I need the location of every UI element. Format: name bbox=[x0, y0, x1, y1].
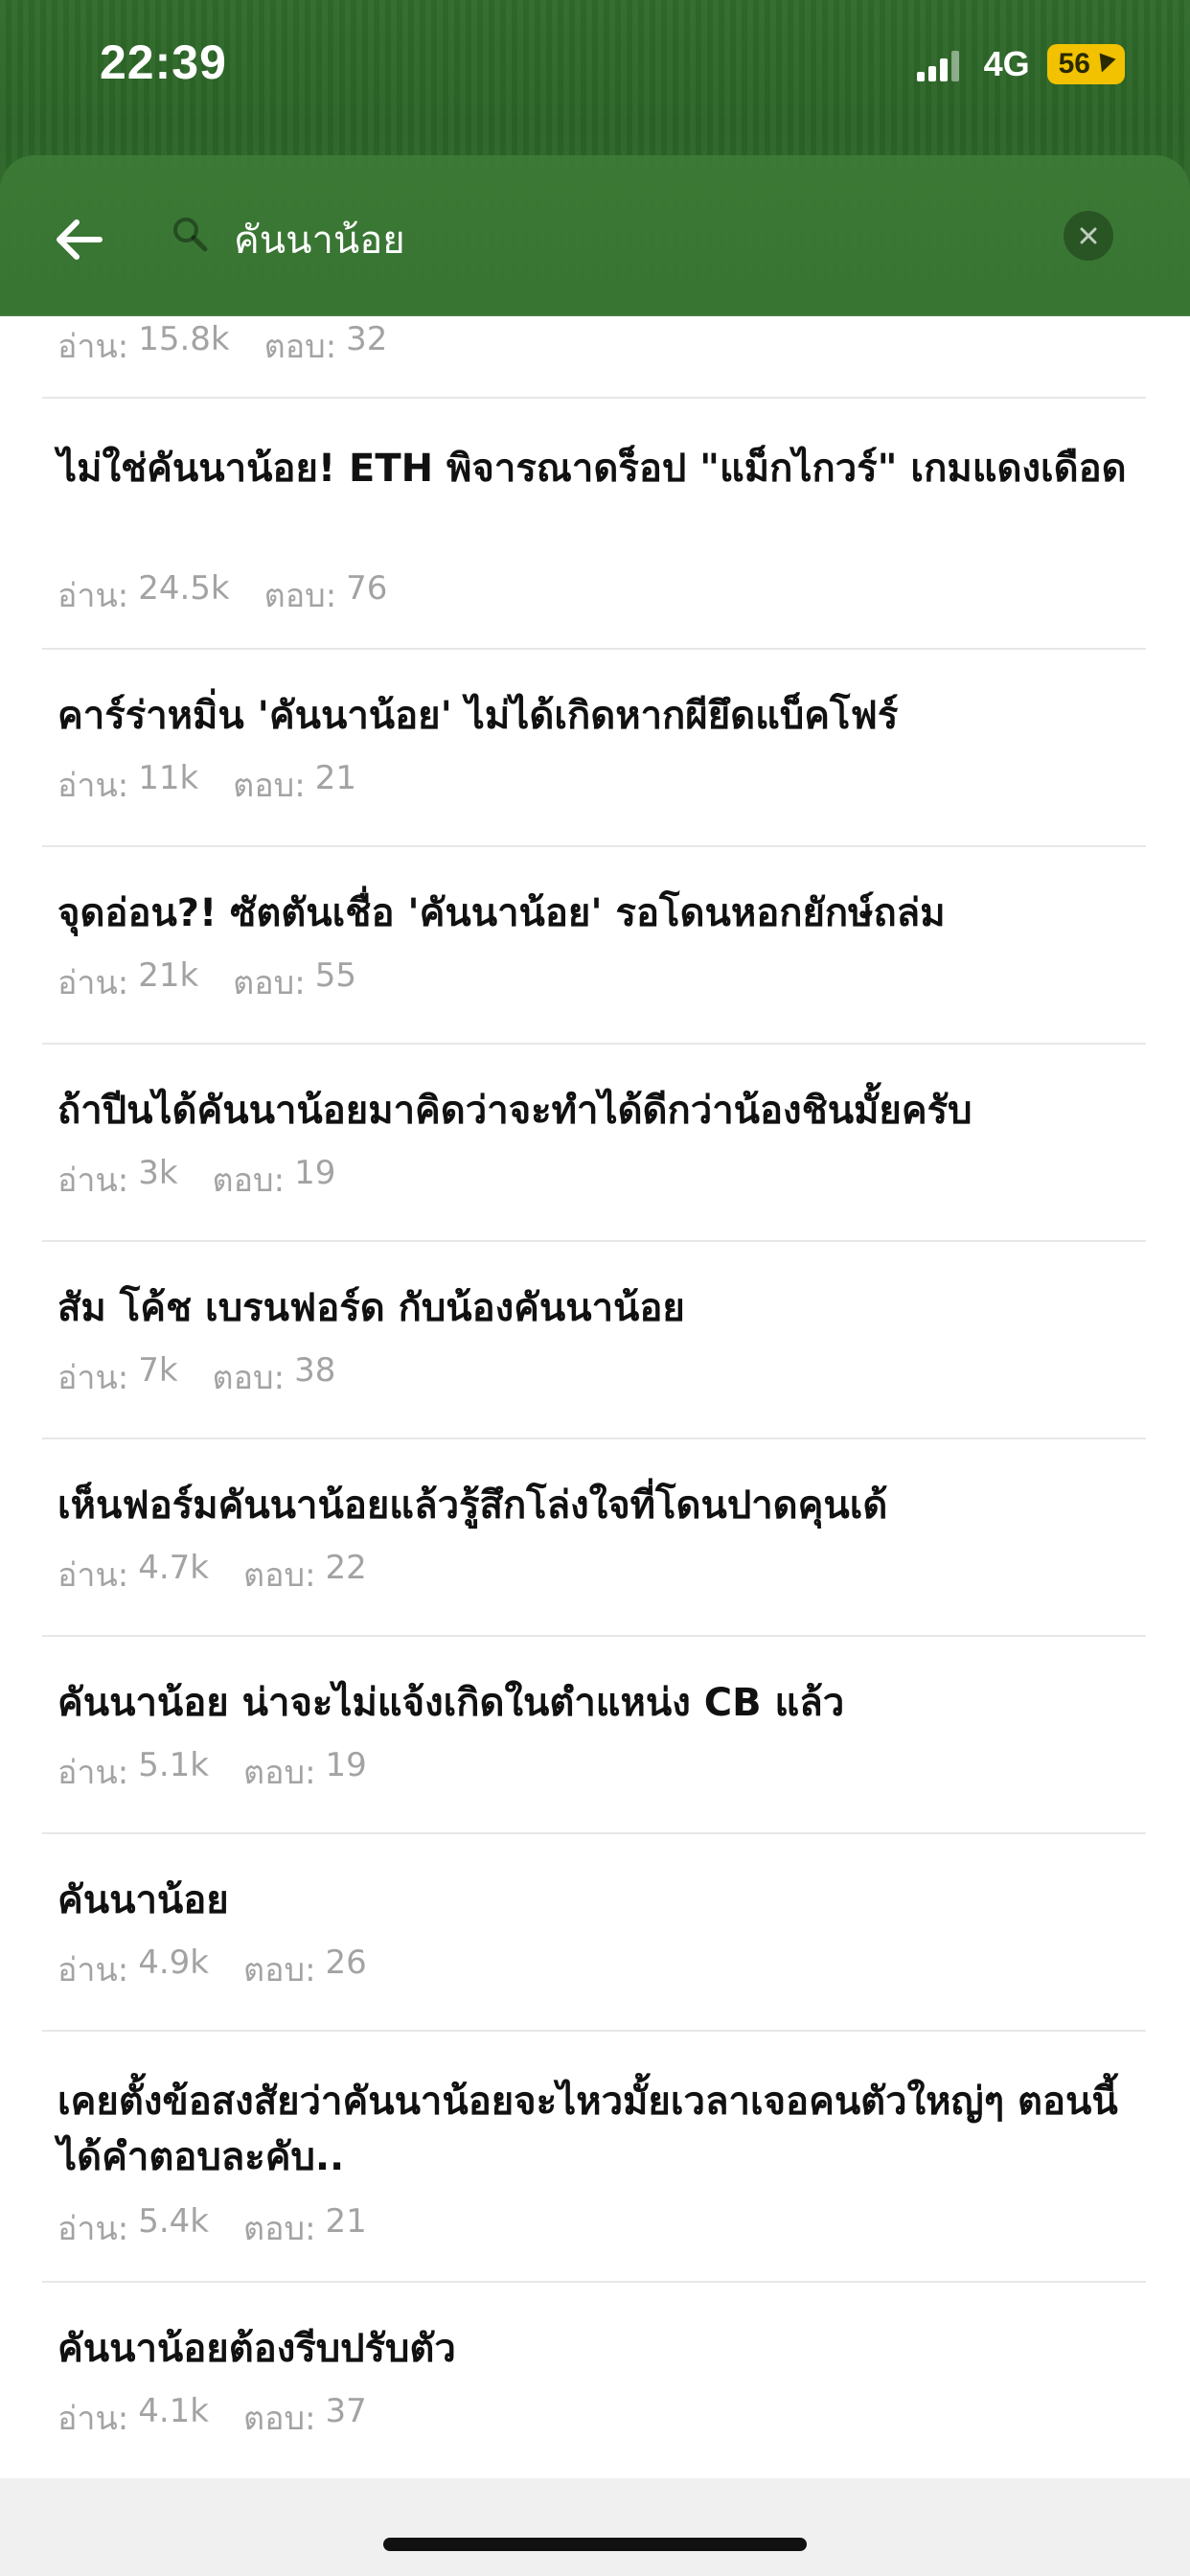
item-stats: อ่าน: 7k ตอบ: 38 bbox=[57, 1351, 335, 1403]
item-title: คันนาน้อย น่าจะไม่แจ้งเกิดในตำแหน่ง CB แ… bbox=[57, 1681, 845, 1725]
reply-label: ตอบ: bbox=[242, 2210, 316, 2248]
reply-count: 21 bbox=[325, 2202, 367, 2241]
list-item[interactable]: คันนาน้อยต้องรีบปรับตัว อ่าน: 4.1k ตอบ: 37 bbox=[42, 2281, 1146, 2478]
network-type: 4G bbox=[983, 44, 1030, 83]
read-label: อ่าน: bbox=[57, 328, 129, 366]
reply-label: ตอบ: bbox=[242, 1556, 316, 1595]
home-indicator[interactable] bbox=[383, 2538, 807, 2551]
reply-count: 76 bbox=[346, 569, 388, 608]
read-count: 5.4k bbox=[138, 2202, 209, 2241]
list-item[interactable]: คาร์ร่าหมิ่น 'คันนาน้อย' ไม่ได้เกิดหากผี… bbox=[42, 648, 1146, 847]
item-title: เคยตั้งข้อสงสัยว่าคันนาน้อยจะไหวมั้ยเวลา… bbox=[57, 2080, 1118, 2179]
reply-count: 55 bbox=[314, 956, 356, 995]
item-title: คันนาน้อย bbox=[57, 1878, 229, 1922]
item-stats: อ่าน: 15.8k ตอบ: 32 bbox=[57, 320, 387, 372]
reply-count: 37 bbox=[325, 2392, 367, 2430]
read-label: อ่าน: bbox=[57, 1556, 129, 1595]
reply-label: ตอบ: bbox=[242, 1951, 316, 1990]
read-label: อ่าน: bbox=[57, 1951, 129, 1990]
read-count: 11k bbox=[138, 759, 199, 797]
item-stats: อ่าน: 4.1k ตอบ: 37 bbox=[57, 2392, 367, 2444]
item-title: ถ้าปีนได้คันนาน้อยมาคิดว่าจะทำได้ดีกว่าน… bbox=[57, 1089, 973, 1133]
reply-label: ตอบ: bbox=[212, 1359, 286, 1397]
reply-count: 22 bbox=[325, 1549, 367, 1587]
status-time: 22:39 bbox=[100, 35, 227, 89]
back-button[interactable] bbox=[48, 209, 109, 270]
list-item[interactable]: คันนาน้อย อ่าน: 4.9k ตอบ: 26 bbox=[42, 1832, 1146, 2032]
reply-count: 21 bbox=[314, 759, 356, 797]
item-title: สัม โค้ช เบรนฟอร์ด กับน้องคันนาน้อย bbox=[57, 1286, 685, 1330]
reply-label: ตอบ: bbox=[233, 964, 306, 1002]
search-results-list: อ่าน: 15.8k ตอบ: 32 ไม่ใช่คันนาน้อย! ETH พ… bbox=[0, 316, 1190, 2478]
close-icon bbox=[1080, 227, 1097, 244]
item-stats: อ่าน: 3k ตอบ: 19 bbox=[57, 1154, 335, 1206]
status-bar: 22:39 4G 56 bbox=[0, 0, 1190, 144]
read-count: 5.1k bbox=[138, 1746, 209, 1784]
charging-bolt-icon bbox=[1093, 53, 1116, 76]
read-count: 4.9k bbox=[138, 1944, 209, 1982]
clear-search-button[interactable] bbox=[1064, 211, 1113, 261]
reply-label: ตอบ: bbox=[212, 1162, 286, 1200]
item-stats: อ่าน: 4.7k ตอบ: 22 bbox=[57, 1549, 367, 1600]
reply-count: 26 bbox=[325, 1944, 367, 1982]
item-title: จุดอ่อน?! ซัตตันเชื่อ 'คันนาน้อย' รอโดนห… bbox=[57, 891, 946, 935]
list-item[interactable]: จุดอ่อน?! ซัตตันเชื่อ 'คันนาน้อย' รอโดนห… bbox=[42, 845, 1146, 1045]
battery-level: 56 bbox=[1058, 48, 1090, 80]
back-arrow-icon bbox=[57, 219, 103, 260]
list-item[interactable]: อ่าน: 15.8k ตอบ: 32 bbox=[42, 316, 1146, 399]
item-title: ไม่ใช่คันนาน้อย! ETH พิจารณาดร็อป "แม็กไ… bbox=[57, 447, 1127, 491]
item-title: คันนาน้อยต้องรีบปรับตัว bbox=[57, 2327, 456, 2371]
read-count: 15.8k bbox=[138, 320, 230, 358]
read-label: อ่าน: bbox=[57, 577, 129, 615]
list-item[interactable]: คันนาน้อย น่าจะไม่แจ้งเกิดในตำแหน่ง CB แ… bbox=[42, 1635, 1146, 1834]
read-count: 4.1k bbox=[138, 2392, 209, 2430]
item-stats: อ่าน: 4.9k ตอบ: 26 bbox=[57, 1944, 367, 1995]
read-count: 3k bbox=[138, 1154, 178, 1192]
item-stats: อ่าน: 11k ตอบ: 21 bbox=[57, 759, 356, 811]
battery-indicator: 56 bbox=[1046, 44, 1125, 84]
item-title: คาร์ร่าหมิ่น 'คันนาน้อย' ไม่ได้เกิดหากผี… bbox=[57, 694, 899, 738]
read-count: 21k bbox=[138, 956, 199, 995]
reply-label: ตอบ: bbox=[242, 1754, 316, 1792]
list-item[interactable]: เคยตั้งข้อสงสัยว่าคันนาน้อยจะไหวมั้ยเวลา… bbox=[42, 2030, 1146, 2283]
list-item[interactable]: ไม่ใช่คันนาน้อย! ETH พิจารณาดร็อป "แม็กไ… bbox=[42, 397, 1146, 650]
read-count: 7k bbox=[138, 1351, 178, 1390]
reply-count: 32 bbox=[346, 320, 388, 358]
read-label: อ่าน: bbox=[57, 767, 129, 805]
item-stats: อ่าน: 24.5k ตอบ: 76 bbox=[57, 569, 387, 621]
item-stats: อ่าน: 5.1k ตอบ: 19 bbox=[57, 1746, 367, 1798]
reply-label: ตอบ: bbox=[263, 577, 337, 615]
read-label: อ่าน: bbox=[57, 1162, 129, 1200]
bottom-safe-area bbox=[0, 2478, 1190, 2576]
status-indicators: 4G 56 bbox=[916, 44, 1125, 84]
search-header bbox=[0, 155, 1190, 316]
item-title: เห็นฟอร์มคันนาน้อยแล้วรู้สึกโล่งใจที่โดน… bbox=[57, 1484, 888, 1528]
read-label: อ่าน: bbox=[57, 2210, 129, 2248]
reply-label: ตอบ: bbox=[233, 767, 306, 805]
search-icon bbox=[173, 218, 208, 252]
list-item[interactable]: สัม โค้ช เบรนฟอร์ด กับน้องคันนาน้อย อ่าน… bbox=[42, 1240, 1146, 1439]
reply-label: ตอบ: bbox=[242, 2400, 316, 2438]
reply-count: 19 bbox=[294, 1154, 336, 1192]
read-label: อ่าน: bbox=[57, 1754, 129, 1792]
reply-label: ตอบ: bbox=[263, 328, 337, 366]
list-item[interactable]: ถ้าปีนได้คันนาน้อยมาคิดว่าจะทำได้ดีกว่าน… bbox=[42, 1043, 1146, 1242]
list-item[interactable]: เห็นฟอร์มคันนาน้อยแล้วรู้สึกโล่งใจที่โดน… bbox=[42, 1438, 1146, 1637]
read-label: อ่าน: bbox=[57, 2400, 129, 2438]
read-count: 24.5k bbox=[138, 569, 230, 608]
reply-count: 38 bbox=[294, 1351, 336, 1390]
signal-icon bbox=[916, 47, 967, 81]
read-label: อ่าน: bbox=[57, 1359, 129, 1397]
read-label: อ่าน: bbox=[57, 964, 129, 1002]
search-input[interactable] bbox=[232, 205, 1021, 274]
item-stats: อ่าน: 21k ตอบ: 55 bbox=[57, 956, 356, 1008]
item-stats: อ่าน: 5.4k ตอบ: 21 bbox=[57, 2202, 367, 2254]
read-count: 4.7k bbox=[138, 1549, 209, 1587]
reply-count: 19 bbox=[325, 1746, 367, 1784]
